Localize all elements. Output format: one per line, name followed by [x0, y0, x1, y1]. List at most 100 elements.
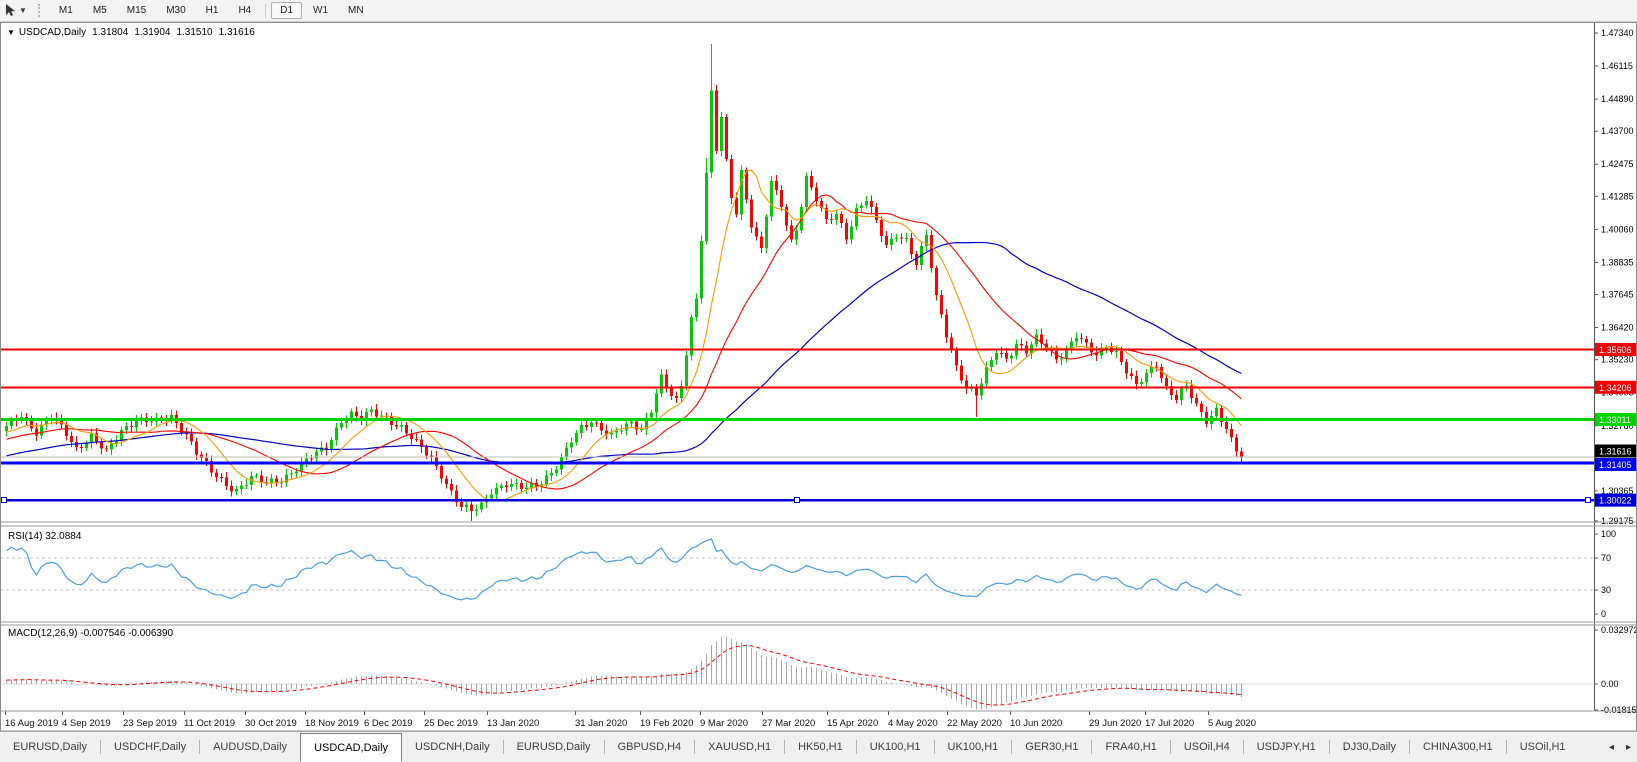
svg-text:25 Dec 2019: 25 Dec 2019 [424, 718, 478, 729]
tab-uk100-h1[interactable]: UK100,H1 [935, 732, 1012, 762]
timeframe-toolbar: ▼ M1M5M15M30H1H4 D1W1MN [0, 0, 1637, 22]
timeframe-button-d1[interactable]: D1 [271, 2, 302, 19]
svg-text:10 Jun 2020: 10 Jun 2020 [1010, 718, 1062, 729]
tab-dj30-daily[interactable]: DJ30,Daily [1330, 732, 1409, 762]
svg-text:18 Nov 2019: 18 Nov 2019 [305, 718, 359, 729]
svg-text:31 Jan 2020: 31 Jan 2020 [575, 718, 627, 729]
hline-handle [1586, 498, 1591, 503]
svg-text:27 Mar 2020: 27 Mar 2020 [762, 718, 815, 729]
svg-text:4 May 2020: 4 May 2020 [888, 718, 938, 729]
svg-text:1.44890: 1.44890 [1601, 94, 1634, 104]
svg-text:6 Dec 2019: 6 Dec 2019 [364, 718, 413, 729]
chart-cursor-icon [5, 4, 16, 17]
tab-scroll-left[interactable]: ◂ [1603, 742, 1620, 753]
timeframe-buttons: M1M5M15M30H1H4 D1W1MN [49, 2, 374, 19]
svg-text:1.34206: 1.34206 [1599, 383, 1632, 393]
tab-eurusd-daily[interactable]: EURUSD,Daily [0, 732, 100, 762]
macd-panel: 0.032972 0.00 -0.018154 [0, 625, 1637, 715]
svg-text:1.43700: 1.43700 [1601, 126, 1634, 136]
tab-usdjpy-h1[interactable]: USDJPY,H1 [1244, 732, 1329, 762]
svg-text:100: 100 [1601, 529, 1616, 539]
mt4-application: ▼ M1M5M15M30H1H4D1W1MN 1.473401.461151.4… [0, 0, 1637, 762]
tab-china300-h1[interactable]: CHINA300,H1 [1410, 732, 1506, 762]
tab-audusd-daily[interactable]: AUDUSD,Daily [200, 732, 300, 762]
hline-handle [795, 498, 800, 503]
date-axis[interactable]: 16 Aug 20194 Sep 201923 Sep 201911 Oct 2… [5, 711, 1256, 729]
svg-text:0.032972: 0.032972 [1601, 625, 1637, 635]
svg-text:15 Apr 2020: 15 Apr 2020 [827, 718, 878, 729]
tab-usoil-h1[interactable]: USOil,H1 [1507, 732, 1579, 762]
svg-text:1.37645: 1.37645 [1601, 290, 1634, 300]
tab-usdchf-daily[interactable]: USDCHF,Daily [101, 732, 199, 762]
macd-indicator-label: MACD(12,26,9) -0.007546 -0.006390 [8, 628, 173, 639]
title-open: 1.31804 [92, 27, 128, 38]
tab-ger30-h1[interactable]: GER30,H1 [1012, 732, 1091, 762]
title-high: 1.31904 [134, 27, 170, 38]
rsi-panel: 100 70 30 0 [0, 529, 1616, 619]
svg-text:1.38835: 1.38835 [1601, 257, 1634, 267]
price-axis[interactable]: 1.47340 1.46115 1.44890 1.43700 1.42475 1.412… [1594, 23, 1636, 711]
tab-usdcad-daily[interactable]: USDCAD,Daily [300, 733, 402, 762]
chart-canvas[interactable]: 1.47340 1.46115 1.44890 1.43700 1.42475 1.412… [0, 21, 1637, 732]
tab-hk50-h1[interactable]: HK50,H1 [785, 732, 856, 762]
toolbar-drag-handle[interactable] [38, 4, 43, 17]
svg-text:1.33011: 1.33011 [1599, 415, 1631, 425]
svg-text:1.40060: 1.40060 [1601, 224, 1634, 234]
svg-text:11 Oct 2019: 11 Oct 2019 [184, 718, 235, 729]
tab-scroll-right[interactable]: ▸ [1620, 742, 1637, 753]
timeframe-button-w1[interactable]: W1 [304, 2, 337, 19]
svg-text:13 Jan 2020: 13 Jan 2020 [487, 718, 539, 729]
svg-text:22 May 2020: 22 May 2020 [947, 718, 1002, 729]
title-close: 1.31616 [219, 27, 255, 38]
svg-text:70: 70 [1601, 553, 1611, 563]
tab-xauusd-h1[interactable]: XAUUSD,H1 [695, 732, 784, 762]
timeframe-button-m5[interactable]: M5 [84, 2, 116, 19]
tab-scroll-buttons: ◂▸ [1603, 732, 1637, 762]
svg-text:16 Aug 2019: 16 Aug 2019 [5, 718, 58, 729]
svg-text:1.31616: 1.31616 [1599, 447, 1632, 457]
ma-lines [7, 170, 1242, 501]
svg-text:1.36420: 1.36420 [1601, 323, 1634, 333]
svg-text:19 Feb 2020: 19 Feb 2020 [640, 718, 693, 729]
tab-gbpusd-h4[interactable]: GBPUSD,H4 [605, 732, 695, 762]
svg-text:30: 30 [1601, 585, 1611, 595]
timeframe-button-h1[interactable]: H1 [197, 2, 228, 19]
cursor-tool-button[interactable]: ▼ [0, 4, 32, 17]
toolbar-separator [265, 4, 266, 18]
tab-usoil-h4[interactable]: USOil,H4 [1171, 732, 1243, 762]
svg-text:1.47340: 1.47340 [1601, 28, 1634, 38]
svg-text:30 Oct 2019: 30 Oct 2019 [245, 718, 297, 729]
hline-handle [2, 498, 7, 503]
svg-text:1.35606: 1.35606 [1599, 345, 1632, 355]
price-hlines[interactable] [0, 350, 1594, 503]
svg-text:29 Jun 2020: 29 Jun 2020 [1089, 718, 1141, 729]
timeframe-button-m1[interactable]: M1 [50, 2, 82, 19]
svg-text:4 Sep 2019: 4 Sep 2019 [62, 718, 111, 729]
svg-text:0.00: 0.00 [1601, 679, 1619, 689]
tab-uk100-h1[interactable]: UK100,H1 [857, 732, 934, 762]
timeframe-button-h4[interactable]: H4 [229, 2, 260, 19]
tab-usdcnh-daily[interactable]: USDCNH,Daily [402, 732, 503, 762]
chart-tab-bar: EURUSD,DailyUSDCHF,DailyAUDUSD,DailyUSDC… [0, 731, 1637, 762]
title-symbol: USDCAD,Daily [19, 27, 86, 38]
title-low: 1.31510 [176, 27, 212, 38]
chart-window: 1.47340 1.46115 1.44890 1.43700 1.42475 1.412… [0, 21, 1637, 732]
panel-separators[interactable] [1, 23, 1637, 732]
svg-text:1.46115: 1.46115 [1601, 61, 1633, 71]
svg-text:1.35230: 1.35230 [1601, 355, 1634, 365]
svg-text:1.41285: 1.41285 [1601, 191, 1634, 201]
svg-text:5 Aug 2020: 5 Aug 2020 [1208, 718, 1256, 729]
candles-layer [5, 44, 1243, 521]
tab-fra40-h1[interactable]: FRA40,H1 [1092, 732, 1169, 762]
svg-text:1.30022: 1.30022 [1599, 496, 1632, 506]
dropdown-caret-icon: ▼ [19, 6, 27, 15]
svg-text:-0.018154: -0.018154 [1601, 705, 1637, 715]
svg-text:0: 0 [1601, 609, 1606, 619]
title-collapse-icon[interactable]: ▼ [7, 28, 15, 37]
tab-eurusd-daily[interactable]: EURUSD,Daily [504, 732, 604, 762]
svg-text:1.42475: 1.42475 [1601, 159, 1634, 169]
timeframe-button-m30[interactable]: M30 [157, 2, 194, 19]
timeframe-button-m15[interactable]: M15 [118, 2, 155, 19]
svg-text:17 Jul 2020: 17 Jul 2020 [1145, 718, 1194, 729]
timeframe-button-mn[interactable]: MN [339, 2, 373, 19]
